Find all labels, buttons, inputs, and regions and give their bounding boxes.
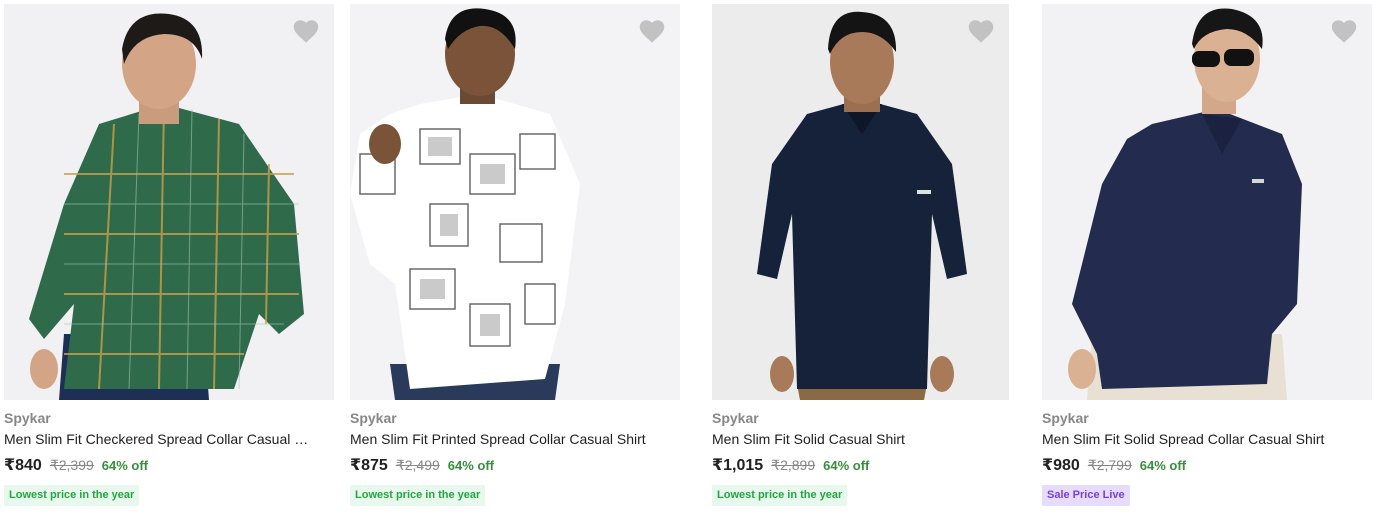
original-price: ₹2,399 [49,457,94,473]
price-row: ₹1,015 ₹2,899 64% off [712,455,1010,476]
price-row: ₹840 ₹2,399 64% off [4,455,334,476]
selling-price: ₹875 [350,457,388,474]
offer-tag: Lowest price in the year [4,485,140,506]
product-card[interactable]: Spykar Men Slim Fit Solid Spread Collar … [1042,4,1372,506]
discount-label: 64% off [101,458,149,473]
product-title[interactable]: Men Slim Fit Checkered Spread Collar Cas… [4,430,314,448]
selling-price: ₹980 [1042,457,1080,474]
product-brand: Spykar [712,410,759,426]
original-price: ₹2,499 [395,457,440,473]
discount-label: 64% off [823,458,870,473]
offer-tag: Lowest price in the year [712,485,848,506]
product-grid: Spykar Men Slim Fit Checkered Spread Col… [0,0,1376,517]
discount-label: 64% off [1139,458,1187,473]
product-image[interactable] [1042,4,1372,400]
product-title[interactable]: Men Slim Fit Printed Spread Collar Casua… [350,430,660,448]
product-image[interactable] [350,4,680,400]
price-row: ₹980 ₹2,799 64% off [1042,455,1372,476]
heart-icon[interactable] [1330,18,1358,44]
offer-tag: Lowest price in the year [350,485,486,506]
product-card[interactable]: Spykar Men Slim Fit Solid Casual Shirt ₹… [712,4,1010,506]
offer-tag: Sale Price Live [1042,485,1130,506]
product-card[interactable]: Spykar Men Slim Fit Checkered Spread Col… [4,4,334,506]
heart-icon[interactable] [638,18,666,44]
product-image[interactable] [712,4,1009,400]
product-brand: Spykar [350,410,397,426]
product-title[interactable]: Men Slim Fit Solid Spread Collar Casual … [1042,430,1352,448]
product-image[interactable] [4,4,334,400]
product-brand: Spykar [4,410,51,426]
selling-price: ₹840 [4,457,42,474]
selling-price: ₹1,015 [712,457,764,474]
heart-icon[interactable] [292,18,320,44]
product-card[interactable]: Spykar Men Slim Fit Printed Spread Colla… [350,4,680,506]
original-price: ₹2,899 [771,457,816,473]
original-price: ₹2,799 [1087,457,1132,473]
product-brand: Spykar [1042,410,1089,426]
heart-icon[interactable] [967,18,995,44]
price-row: ₹875 ₹2,499 64% off [350,455,680,476]
product-title[interactable]: Men Slim Fit Solid Casual Shirt [712,430,1022,448]
discount-label: 64% off [447,458,495,473]
